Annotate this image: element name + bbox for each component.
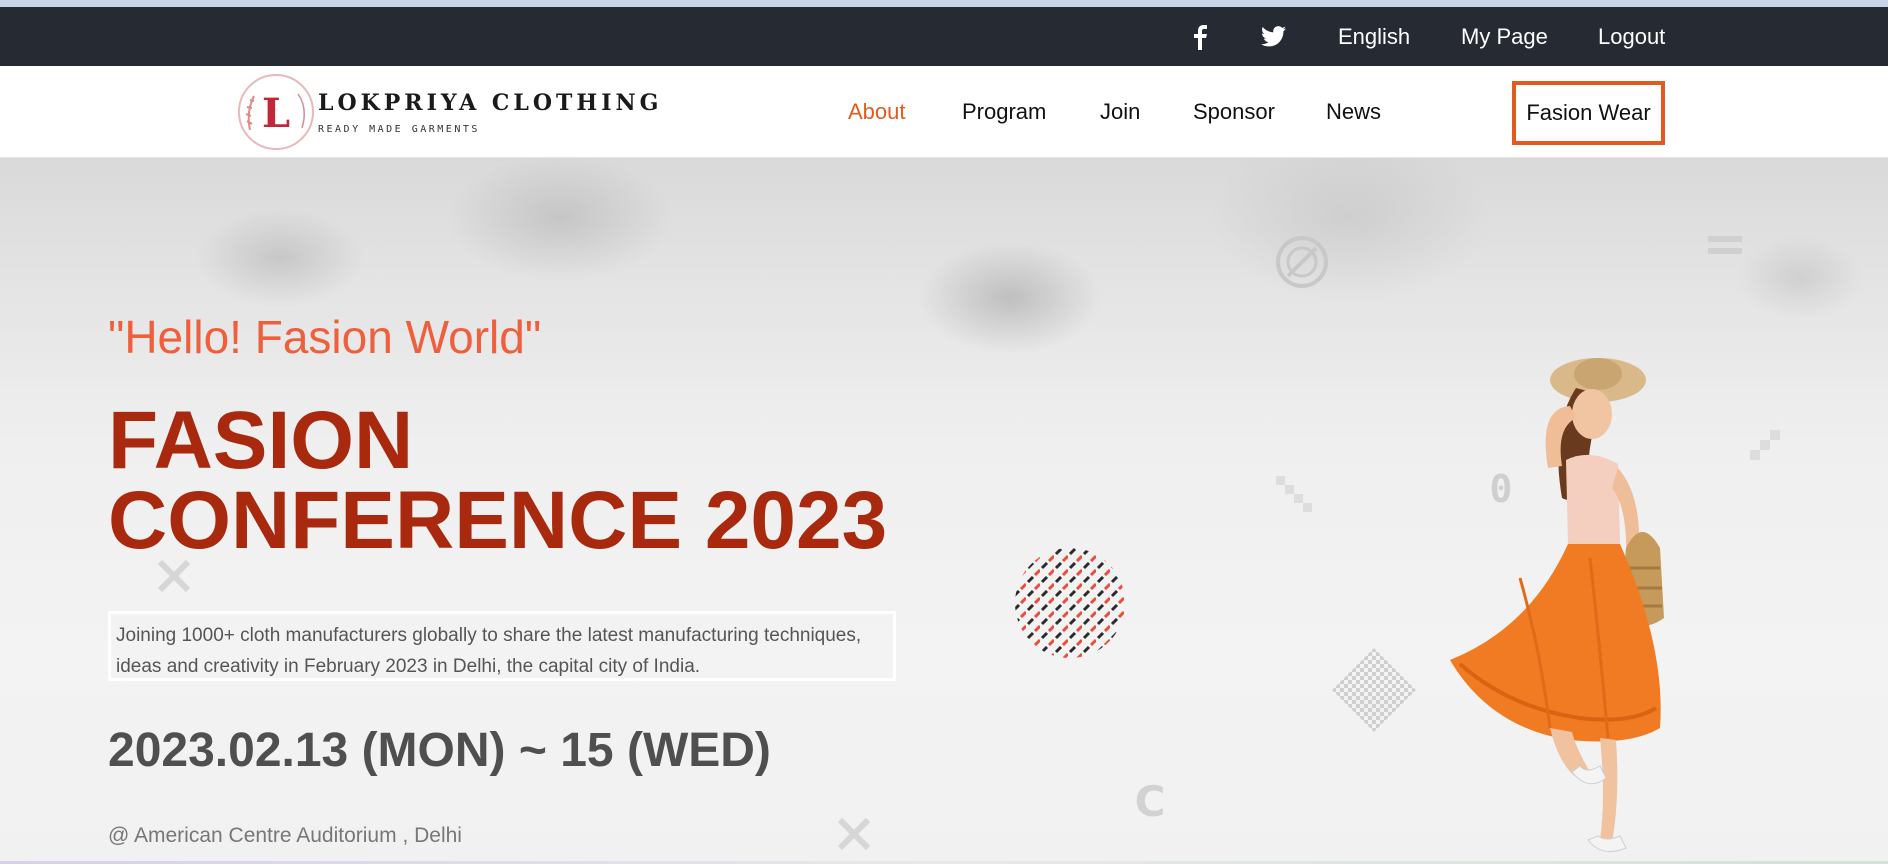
- svg-text:C: C: [1135, 778, 1166, 822]
- hero-title: FASION CONFERENCE 2023: [108, 395, 888, 566]
- main-header: L LOKPRIYA CLOTHING READY MADE GARMENTS …: [0, 66, 1888, 158]
- model-woman-image: [1450, 358, 1664, 853]
- hero-description: Joining 1000+ cloth manufacturers global…: [108, 611, 896, 681]
- nav-about[interactable]: About: [848, 66, 906, 158]
- brand-logo[interactable]: L LOKPRIYA CLOTHING READY MADE GARMENTS: [236, 70, 658, 154]
- pixel-steps-icon: [1750, 430, 1780, 460]
- event-venue: @ American Centre Auditorium , Delhi: [108, 824, 462, 847]
- twitter-icon[interactable]: [1261, 7, 1286, 66]
- hero-tagline: "Hello! Fasion World": [108, 311, 542, 363]
- browser-top-strip: [0, 0, 1888, 7]
- fasion-wear-button[interactable]: Fasion Wear: [1512, 81, 1665, 145]
- logo-subtitle: READY MADE GARMENTS: [318, 123, 480, 135]
- logo-title: LOKPRIYA CLOTHING: [318, 89, 663, 116]
- facebook-icon[interactable]: [1193, 7, 1207, 66]
- svg-text:L: L: [262, 90, 290, 137]
- equals-shape-icon: [1708, 236, 1742, 254]
- dotted-circle-pattern-icon: [1015, 548, 1125, 658]
- nav-join[interactable]: Join: [1100, 66, 1140, 158]
- event-date: 2023.02.13 (MON) ~ 15 (WED): [108, 724, 771, 777]
- hero-section: 0 C "Hello! Fasion World" FASION CONFERE…: [0, 158, 1888, 864]
- logout-link[interactable]: Logout: [1598, 7, 1665, 66]
- nav-sponsor[interactable]: Sponsor: [1193, 66, 1275, 158]
- diamond-checker-icon: [1332, 648, 1416, 732]
- nav-news[interactable]: News: [1326, 66, 1381, 158]
- nav-program[interactable]: Program: [962, 66, 1046, 158]
- x-shape-icon: [837, 817, 871, 851]
- logo-text: LOKPRIYA CLOTHING READY MADE GARMENTS: [318, 90, 662, 135]
- dollar-coin-icon: [1276, 236, 1328, 288]
- c-shape-icon: C: [1135, 778, 1166, 822]
- pixel-steps-icon: [1276, 476, 1312, 512]
- top-utility-bar: English My Page Logout: [0, 7, 1888, 66]
- my-page-link[interactable]: My Page: [1461, 7, 1548, 66]
- logo-badge: L: [236, 72, 316, 152]
- language-link[interactable]: English: [1338, 7, 1410, 66]
